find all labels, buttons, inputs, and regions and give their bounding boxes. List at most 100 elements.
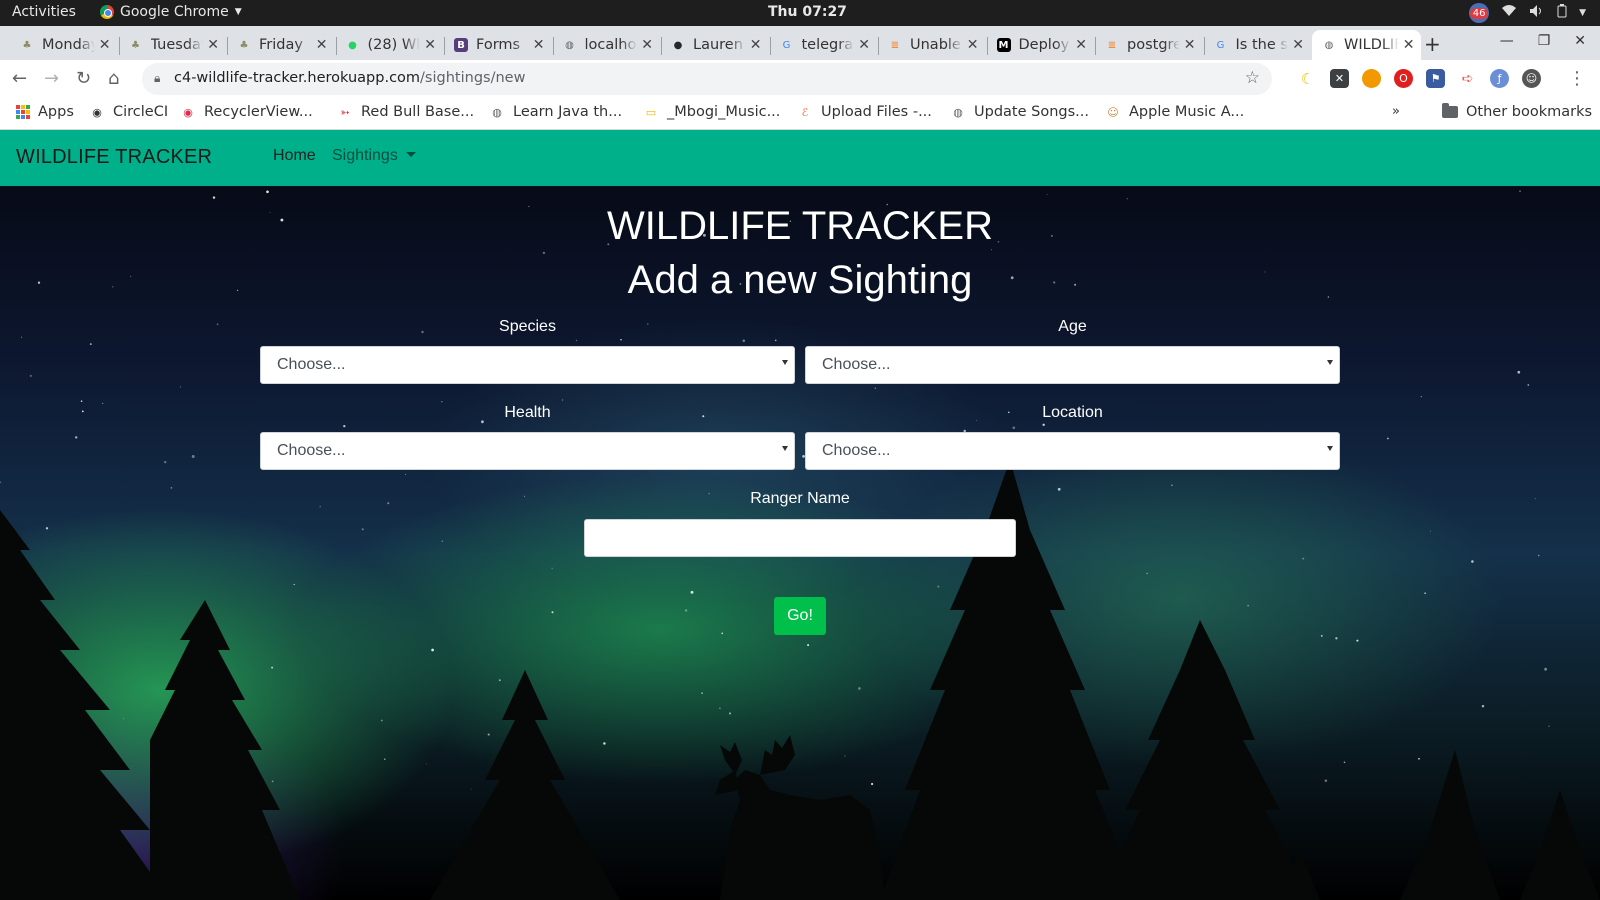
bookmark-item[interactable]: ◉ RecyclerView... — [180, 104, 313, 120]
address-bar[interactable]: 🔒︎ c4-wildlife-tracker.herokuapp.com/sig… — [142, 63, 1272, 95]
bookmark-item[interactable]: ➳ Red Bull Base... — [337, 104, 474, 120]
tab-close-icon[interactable]: ✕ — [1292, 37, 1304, 53]
bookmark-item[interactable]: ◍ Learn Java th... — [489, 104, 622, 120]
home-icon[interactable]: ⌂ — [108, 68, 119, 89]
volume-icon[interactable] — [1529, 4, 1545, 22]
bookmark-item[interactable]: ℰ Upload Files -... — [797, 104, 932, 120]
browser-tab[interactable]: ♣ Monday ✕ — [10, 30, 117, 60]
page-subtitle: Add a new Sighting — [627, 258, 973, 302]
browser-tab[interactable]: ♣ Tuesday✕ — [118, 30, 226, 60]
back-icon[interactable]: ← — [12, 68, 27, 89]
opera-extension-icon[interactable]: O — [1394, 69, 1413, 88]
red-arrow-extension-icon[interactable]: ➪ — [1458, 69, 1477, 88]
health-select[interactable]: Choose... — [260, 432, 795, 470]
activities-button[interactable]: Activities — [12, 4, 76, 20]
bookmark-star-icon[interactable]: ☆ — [1245, 68, 1260, 88]
browser-tab[interactable]: ● (28) WhatsApp✕ — [335, 30, 443, 60]
restore-icon[interactable]: ❐ — [1538, 33, 1551, 49]
forward-icon[interactable]: → — [44, 68, 59, 89]
tab-close-icon[interactable]: ✕ — [1184, 37, 1196, 53]
bookmark-item[interactable]: ◍ Update Songs... — [950, 104, 1089, 120]
location-select[interactable]: Choose... — [805, 432, 1340, 470]
stackoverflow-icon: ≣ — [1107, 39, 1117, 51]
go-submit-button[interactable]: Go! — [774, 597, 826, 635]
bookmark-item[interactable]: ▭ _Mbogi_Music... — [643, 104, 781, 120]
redbull-icon: ➳ — [340, 105, 350, 119]
profile-avatar-icon[interactable]: ☺ — [1522, 69, 1541, 88]
close-window-icon[interactable]: ✕ — [1574, 33, 1586, 49]
system-tray[interactable]: 46 ▼ — [1469, 3, 1586, 23]
blue-extension-icon[interactable]: ƒ — [1490, 69, 1509, 88]
new-tab-icon[interactable]: + — [1424, 32, 1441, 56]
dark-mode-extension-icon[interactable]: ☾ — [1298, 69, 1317, 88]
browser-tab[interactable]: ◍ WILDLIFE TRACKER✕ — [1312, 30, 1421, 60]
reload-icon[interactable]: ↻ — [76, 68, 91, 89]
browser-tab[interactable]: ◍ localhost✕ — [552, 30, 660, 60]
bookmarks-overflow-icon[interactable]: » — [1392, 104, 1400, 119]
species-select[interactable]: Choose... — [260, 346, 795, 384]
tab-title: telegram — [801, 37, 855, 53]
system-top-bar: Activities Google Chrome ▼ Thu 07:27 46 … — [0, 0, 1600, 26]
lock-icon[interactable]: 🔒︎ — [154, 71, 160, 86]
browser-tab[interactable]: ≣ Unable ✕ — [878, 30, 985, 60]
bookmarks-bar: ☺ Apple Music A... ◍ Update Songs... ℰ Upload… — [0, 98, 1600, 130]
site-brand[interactable]: WILDLIFE TRACKER — [16, 146, 212, 169]
tab-close-icon[interactable]: ✕ — [967, 37, 979, 53]
upload-icon: ℰ — [801, 105, 809, 119]
species-label: Species — [499, 318, 556, 335]
tab-close-icon[interactable]: ✕ — [424, 37, 436, 53]
browser-tab[interactable]: M Deploy ✕ — [986, 30, 1094, 60]
minimize-icon[interactable]: — — [1500, 33, 1514, 49]
app-menu[interactable]: Google Chrome ▼ — [100, 4, 242, 20]
window-controls: — ❐ ✕ — [1500, 33, 1586, 49]
bookmark-label: _Mbogi_Music... — [667, 104, 781, 120]
bookmark-item[interactable]: ◉ CircleCI — [89, 104, 168, 120]
tab-close-icon[interactable]: ✕ — [99, 37, 111, 53]
medium-icon: M — [996, 38, 1011, 52]
tab-close-icon[interactable]: ✕ — [533, 37, 545, 53]
tab-close-icon[interactable]: ✕ — [1075, 37, 1087, 53]
battery-icon[interactable] — [1557, 4, 1567, 22]
location-label: Location — [1042, 404, 1103, 421]
notification-badge[interactable]: 46 — [1469, 3, 1490, 23]
url-text[interactable]: c4-wildlife-tracker.herokuapp.com/sighti… — [174, 70, 525, 86]
browser-tab[interactable]: ● Lauren ✕ — [661, 30, 768, 60]
nav-sightings-dropdown[interactable]: Sightings — [332, 147, 416, 165]
bookmark-item[interactable]: ☺ Apple Music A... — [1105, 104, 1244, 120]
nav-home-link[interactable]: Home — [273, 147, 316, 165]
orange-extension-icon[interactable] — [1362, 69, 1381, 88]
browser-toolbar: ← → ↻ ⌂ 🔒︎ c4-wildlife-tracker.herokuapp… — [0, 60, 1600, 98]
tab-close-icon[interactable]: ✕ — [750, 37, 762, 53]
globe-icon: ◍ — [492, 105, 502, 119]
ranger-name-input[interactable] — [584, 519, 1016, 557]
browser-tab[interactable]: Gtelegram✕ — [769, 30, 877, 60]
tab-close-icon[interactable]: ✕ — [207, 37, 219, 53]
tab-title: Deploy — [1018, 37, 1070, 53]
browser-tab[interactable]: B Forms ✕ — [444, 30, 551, 60]
other-bookmarks[interactable]: Other bookmarks — [1442, 103, 1592, 120]
age-select[interactable]: Choose... — [805, 346, 1340, 384]
person-icon: ☺ — [1107, 105, 1119, 119]
folder-icon — [1442, 103, 1458, 118]
bootstrap-icon: B — [454, 38, 468, 52]
translate-extension-icon[interactable]: ⚑ — [1426, 69, 1445, 88]
wifi-icon[interactable] — [1501, 4, 1517, 22]
tab-close-icon[interactable]: ✕ — [316, 37, 328, 53]
circleci-icon: ◉ — [92, 105, 102, 119]
browser-tab[interactable]: ≣ postgres✕ — [1095, 30, 1202, 60]
tab-close-icon[interactable]: ✕ — [858, 37, 870, 53]
bookmark-label: Apple Music A... — [1129, 104, 1245, 120]
system-clock[interactable]: Thu 07:27 — [768, 4, 847, 20]
browser-menu-icon[interactable]: ⋮ — [1568, 68, 1586, 89]
apps-grid-icon — [16, 105, 30, 119]
bookmark-item[interactable]: Apps — [16, 104, 74, 120]
x-extension-icon[interactable]: ✕ — [1330, 69, 1349, 88]
tab-strip: ♣Monday✕♣Tuesday✕♣Friday✕●(28) WhatsApp✕… — [0, 26, 1600, 60]
browser-tab[interactable]: G Is the s ✕ — [1203, 30, 1311, 60]
browser-tab[interactable]: ♣ Friday ✕ — [227, 30, 334, 60]
tab-title: Forms — [476, 37, 521, 53]
tab-close-icon[interactable]: ✕ — [641, 37, 653, 53]
system-menu-chevron-icon[interactable]: ▼ — [1579, 8, 1586, 18]
tab-close-icon[interactable]: ✕ — [1403, 37, 1415, 53]
page-title: WILDLIFE TRACKER — [607, 204, 993, 248]
